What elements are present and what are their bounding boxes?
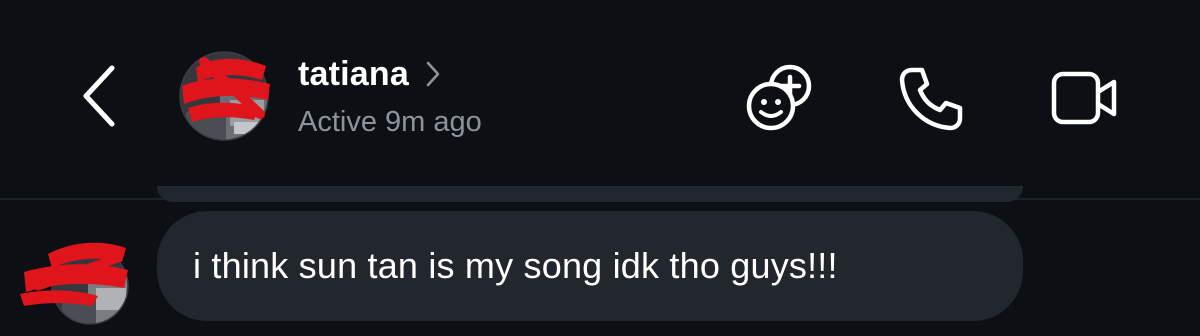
chevron-right-icon: [426, 61, 440, 87]
sender-avatar-image: [20, 242, 129, 325]
activity-status: Active 9m ago: [298, 106, 482, 138]
chevron-left-icon: [83, 65, 115, 127]
video-call-button[interactable]: [1048, 62, 1120, 134]
avatar-image: [179, 51, 270, 141]
back-button[interactable]: [70, 58, 130, 134]
phone-icon: [899, 67, 963, 131]
message-text: i think sun tan is my song idk tho guys!…: [193, 245, 838, 286]
contact-avatar[interactable]: [176, 50, 272, 142]
message-bubble[interactable]: i think sun tan is my song idk tho guys!…: [157, 211, 1023, 321]
video-camera-icon: [1051, 71, 1117, 125]
previous-message-bubble: [157, 186, 1023, 202]
contact-name-button[interactable]: tatiana: [298, 54, 441, 94]
effects-button[interactable]: [744, 62, 816, 134]
sender-avatar[interactable]: [18, 236, 130, 326]
dm-screen: tatiana Active 9m ago i think sun tan is…: [0, 0, 1200, 336]
contact-name: tatiana: [298, 54, 409, 93]
audio-call-button[interactable]: [894, 62, 966, 134]
effects-icon: [746, 64, 812, 131]
